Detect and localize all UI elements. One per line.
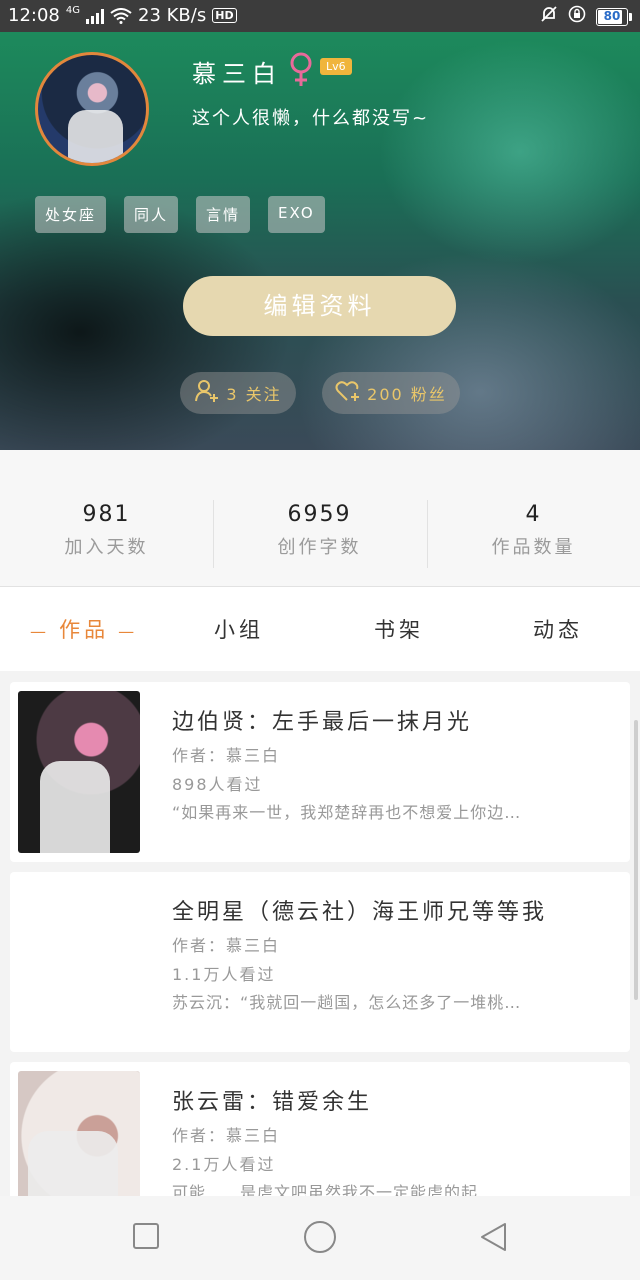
work-views: 1.1万人看过 — [172, 965, 276, 984]
home-button[interactable] — [302, 1219, 338, 1259]
stat-value: 6959 — [287, 502, 352, 527]
work-author: 作者：慕三白 — [172, 746, 281, 765]
tab-groups[interactable]: 小组 — [214, 614, 264, 644]
battery-level: 80 — [603, 8, 621, 23]
work-author: 作者：慕三白 — [172, 936, 281, 955]
list-item[interactable]: 边伯贤：左手最后一抹月光 作者：慕三白 898人看过 “如果再来一世，我郑楚辞再… — [10, 682, 630, 862]
tag[interactable]: 处女座 — [35, 196, 107, 233]
stat-value: 981 — [82, 502, 131, 527]
level-badge: Lv6 — [320, 58, 352, 75]
tag[interactable]: 同人 — [124, 196, 179, 233]
work-title: 边伯贤：左手最后一抹月光 — [172, 710, 473, 735]
work-excerpt: 苏云沉：“我就回一趟国，怎么还多了一堆桃… — [172, 993, 522, 1012]
recent-apps-button[interactable] — [131, 1221, 161, 1255]
avatar[interactable] — [35, 52, 149, 166]
cover-image — [18, 1071, 140, 1196]
mute-bell-icon — [540, 5, 558, 28]
stat-word-count: 6959 创作字数 — [213, 502, 426, 559]
female-gender-icon — [288, 52, 314, 92]
cover-image — [18, 691, 140, 853]
tab-activity[interactable]: 动态 — [533, 614, 583, 644]
work-views: 898人看过 — [172, 775, 263, 794]
tab-label: 作品 — [59, 618, 110, 642]
work-excerpt: “如果再来一世，我郑楚辞再也不想爱上你边… — [172, 803, 522, 822]
fans-label: 200 粉丝 — [367, 385, 447, 404]
status-bar: 12:08 4G 23 KB/s HD 80 — [0, 0, 640, 32]
signal-icon — [86, 8, 104, 24]
stat-value: 4 — [525, 502, 542, 527]
hd-icon: HD — [212, 8, 237, 23]
stat-label: 加入天数 — [64, 537, 149, 558]
add-user-icon — [194, 379, 220, 407]
stat-label: 作品数量 — [491, 537, 576, 558]
stats-panel: 981 加入天数 6959 创作字数 4 作品数量 — [0, 450, 640, 587]
scrollbar[interactable] — [634, 720, 638, 1000]
cover-image — [18, 881, 140, 1043]
tab-bar: — 作品 — 小组 书架 动态 — [0, 587, 640, 672]
username: 慕三白 — [192, 60, 282, 88]
list-item[interactable]: 张云雷：错爱余生 作者：慕三白 2.1万人看过 可能……是虐文吧虽然我不一定能虐… — [10, 1062, 630, 1196]
back-button[interactable] — [478, 1221, 510, 1257]
battery-icon: 80 — [596, 7, 632, 26]
tag[interactable]: 言情 — [196, 196, 251, 233]
wifi-icon — [110, 7, 132, 24]
lock-rotation-icon — [568, 5, 586, 28]
work-author: 作者：慕三白 — [172, 1126, 281, 1145]
tab-bookshelf[interactable]: 书架 — [374, 614, 424, 644]
profile-header: 慕三白 Lv6 这个人很懒，什么都没写~ 处女座 同人 言情 EXO 编辑资料 … — [0, 32, 640, 450]
work-title: 张云雷：错爱余生 — [172, 1090, 373, 1115]
work-views: 2.1万人看过 — [172, 1155, 276, 1174]
list-item[interactable]: 全明星（德云社）海王师兄等等我 作者：慕三白 1.1万人看过 苏云沉：“我就回一… — [10, 872, 630, 1052]
work-title: 全明星（德云社）海王师兄等等我 — [172, 900, 548, 925]
following-label: 3 关注 — [226, 385, 282, 404]
tab-works[interactable]: — 作品 — — [30, 614, 138, 644]
fans-button[interactable]: 200 粉丝 — [322, 372, 460, 414]
works-list: 边伯贤：左手最后一抹月光 作者：慕三白 898人看过 “如果再来一世，我郑楚辞再… — [0, 671, 640, 1196]
status-time: 12:08 — [8, 5, 60, 26]
following-button[interactable]: 3 关注 — [180, 372, 296, 414]
tag-list: 处女座 同人 言情 EXO — [35, 196, 325, 233]
tag[interactable]: EXO — [268, 196, 325, 233]
navigation-bar — [0, 1196, 640, 1280]
bio-text: 这个人很懒，什么都没写~ — [192, 108, 430, 129]
stat-works-count: 4 作品数量 — [427, 502, 640, 559]
network-speed: 23 KB/s — [138, 5, 207, 26]
work-excerpt: 可能……是虐文吧虽然我不一定能虐的起… — [172, 1183, 496, 1196]
heart-plus-icon — [335, 380, 361, 406]
stat-label: 创作字数 — [277, 537, 362, 558]
stat-join-days: 981 加入天数 — [0, 502, 213, 559]
edit-profile-button[interactable]: 编辑资料 — [183, 276, 456, 336]
network-type: 4G — [65, 5, 80, 16]
